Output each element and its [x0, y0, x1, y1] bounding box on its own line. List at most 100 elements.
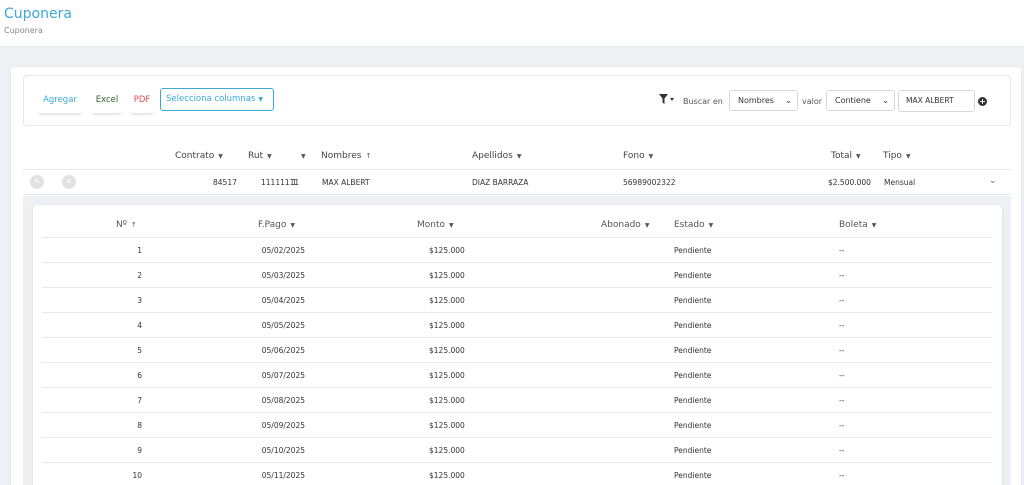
cell-boleta: --: [839, 421, 845, 430]
search-field-value: Nombres: [738, 96, 774, 105]
cell-fecha-pago: 05/11/2025: [261, 471, 305, 480]
cell-apellidos: DIAZ BARRAZA: [472, 178, 529, 187]
sub-table-row: [42, 263, 992, 288]
cell-fecha-pago: 05/09/2025: [261, 421, 305, 430]
sub-table-row: [42, 238, 992, 263]
cell-numero: 5: [137, 346, 142, 355]
column-header-fono[interactable]: Fono ▼: [623, 151, 653, 161]
cell-estado: Pendiente: [674, 271, 712, 280]
column-header-total[interactable]: Total ▼: [831, 151, 861, 161]
column-header-numero[interactable]: Nº ↑: [116, 220, 137, 230]
column-header-estado[interactable]: Estado ▼: [674, 220, 713, 230]
column-label: F.Pago: [258, 220, 287, 230]
column-label: Estado: [674, 220, 705, 230]
cell-numero: 8: [137, 421, 142, 430]
cell-estado: Pendiente: [674, 371, 712, 380]
cell-numero: 4: [137, 321, 142, 330]
cell-monto: $125.000: [429, 396, 465, 405]
sub-table-row: [42, 338, 992, 363]
column-label: Contrato: [175, 151, 215, 161]
column-label: Total: [831, 151, 853, 161]
cell-fecha-pago: 05/07/2025: [261, 371, 305, 380]
column-label: Nombres: [321, 151, 362, 161]
cell-boleta: --: [839, 321, 845, 330]
cell-monto: $125.000: [429, 296, 465, 305]
column-header-nombres[interactable]: Nombres ↑: [321, 151, 371, 161]
excel-export-button[interactable]: Excel: [91, 87, 123, 113]
column-header-tipo[interactable]: Tipo ▼: [883, 151, 911, 161]
column-label: Tipo: [883, 151, 902, 161]
top-header: [0, 0, 1024, 47]
column-header-contrato[interactable]: Contrato ▼: [175, 151, 223, 161]
cell-monto: $125.000: [429, 446, 465, 455]
cell-numero: 6: [137, 371, 142, 380]
cell-fecha-pago: 05/06/2025: [261, 346, 305, 355]
cell-numero: 1: [137, 246, 142, 255]
close-icon[interactable]: ✕: [62, 175, 76, 189]
operator-select[interactable]: Contiene ⌄: [826, 90, 895, 111]
column-label: Rut: [248, 151, 264, 161]
cell-monto: $125.000: [429, 346, 465, 355]
sub-table-row: [42, 413, 992, 438]
cell-monto: $125.000: [429, 271, 465, 280]
caret-down-icon: ▼: [871, 222, 877, 229]
sub-table-row: [42, 438, 992, 463]
cell-monto: $125.000: [429, 321, 465, 330]
breadcrumb[interactable]: Cuponera: [4, 26, 43, 35]
cell-estado: Pendiente: [674, 396, 712, 405]
cell-total: $2.500.000: [828, 178, 871, 187]
sort-up-icon: ↑: [365, 152, 372, 160]
cell-monto: $125.000: [429, 371, 465, 380]
add-button[interactable]: Agregar: [36, 87, 84, 113]
column-label: Abonado: [601, 220, 641, 230]
cell-boleta: --: [839, 246, 845, 255]
sub-table-row: [42, 288, 992, 313]
cell-estado: Pendiente: [674, 296, 712, 305]
cell-monto: $125.000: [429, 246, 465, 255]
cell-fono: 56989002322: [623, 178, 676, 187]
plus-circle-icon[interactable]: +: [978, 97, 987, 106]
search-value-input[interactable]: MAX ALBERT: [898, 90, 975, 112]
caret-down-icon: ▼: [516, 153, 522, 160]
chevron-down-icon[interactable]: ⌄: [989, 176, 997, 186]
select-columns-button[interactable]: Selecciona columnas ▼: [160, 88, 274, 111]
cell-dv: 1: [292, 178, 297, 187]
cell-fecha-pago: 05/05/2025: [261, 321, 305, 330]
column-header-rut[interactable]: Rut ▼: [248, 151, 272, 161]
cell-estado: Pendiente: [674, 471, 712, 480]
caret-down-icon: ▼: [258, 96, 263, 103]
column-label: Nº: [116, 220, 127, 230]
column-header-dv[interactable]: ▼: [297, 151, 306, 161]
cell-estado: Pendiente: [674, 446, 712, 455]
cell-contrato: 84517: [213, 178, 237, 187]
search-field-select[interactable]: Nombres ⌄: [729, 90, 798, 111]
filter-icon[interactable]: [659, 94, 675, 106]
pdf-export-button[interactable]: PDF: [129, 87, 155, 113]
value-label: valor: [802, 97, 823, 106]
cell-boleta: --: [839, 446, 845, 455]
column-header-abonado[interactable]: Abonado ▼: [601, 220, 649, 230]
column-header-boleta[interactable]: Boleta ▼: [839, 220, 876, 230]
column-header-fpago[interactable]: F.Pago ▼: [258, 220, 295, 230]
cell-fecha-pago: 05/08/2025: [261, 396, 305, 405]
chevron-down-icon: ⌄: [882, 96, 889, 105]
sub-table-row: [42, 463, 992, 485]
cell-boleta: --: [839, 396, 845, 405]
caret-down-icon: ▼: [449, 222, 454, 229]
pencil-icon[interactable]: ✎: [30, 175, 44, 189]
cell-estado: Pendiente: [674, 421, 712, 430]
caret-down-icon: ▼: [301, 153, 306, 160]
cell-nombres: MAX ALBERT: [322, 178, 370, 187]
column-label: Boleta: [839, 220, 868, 230]
select-columns-label: Selecciona columnas: [166, 94, 256, 104]
operator-value: Contiene: [835, 96, 871, 105]
sub-table-row: [42, 313, 992, 338]
cell-numero: 2: [137, 271, 142, 280]
column-header-monto[interactable]: Monto ▼: [417, 220, 454, 230]
search-in-label: Buscar en: [683, 97, 723, 106]
cell-estado: Pendiente: [674, 321, 712, 330]
sub-table-row: [42, 388, 992, 413]
cell-numero: 9: [137, 446, 142, 455]
caret-down-icon: ▼: [905, 153, 911, 160]
column-header-apellidos[interactable]: Apellidos ▼: [472, 151, 521, 161]
